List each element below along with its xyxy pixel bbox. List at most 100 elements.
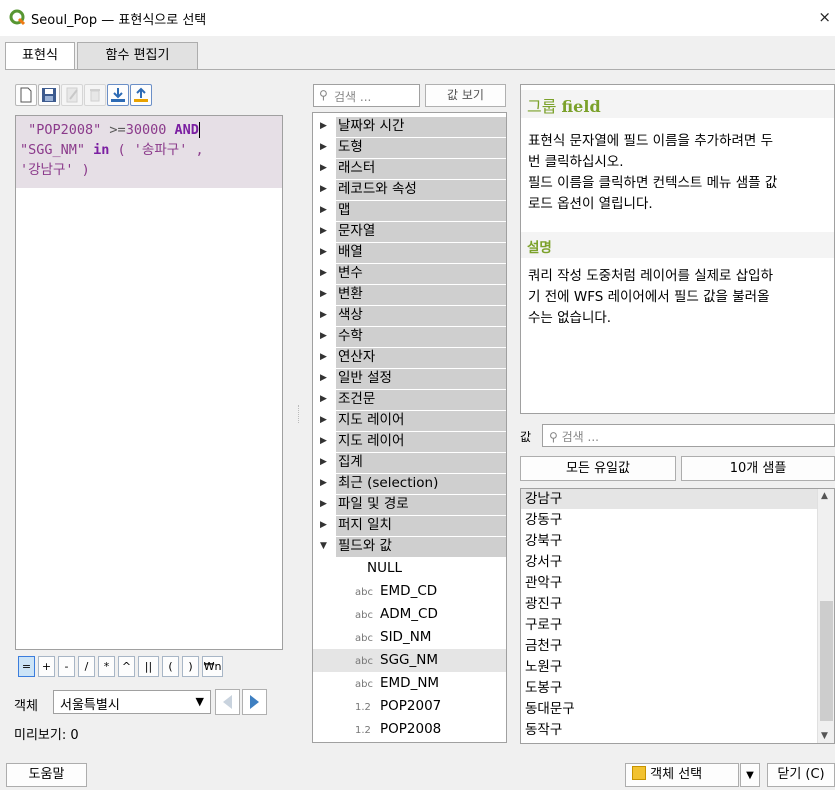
list-item[interactable]: 동작구 <box>521 720 818 740</box>
list-item[interactable]: 강동구 <box>521 510 818 530</box>
save-expression-button[interactable] <box>38 84 60 106</box>
tree-group-maps[interactable]: ▶ 맵 <box>313 200 506 221</box>
operator-newline-button[interactable]: ₩n <box>202 656 223 677</box>
chevron-down-icon: ▼ <box>195 695 204 708</box>
next-feature-button[interactable] <box>242 689 267 715</box>
list-item[interactable]: 광진구 <box>521 594 818 614</box>
chevron-right-icon: ▶ <box>320 142 327 152</box>
tree-group-datetime[interactable]: ▶ 날짜와 시간 <box>313 116 506 137</box>
expression-text[interactable]: "POP2008" >=30000 AND​ "SGG_NM" in ( '송파… <box>16 116 282 188</box>
tab-function-editor[interactable]: 함수 편집기 <box>77 42 198 69</box>
import-expression-button[interactable] <box>107 84 129 106</box>
operator-plus-button[interactable]: + <box>38 656 55 677</box>
tab-expression[interactable]: 표현식 <box>5 42 75 70</box>
edit-icon <box>66 87 78 103</box>
field-type-label: abc <box>355 679 373 690</box>
chevron-right-icon: ▶ <box>320 331 327 341</box>
all-unique-values-button[interactable]: 모든 유일값 <box>520 456 676 481</box>
tree-group-recent[interactable]: ▶ 최근 (selection) <box>313 473 506 494</box>
function-tree[interactable]: ▶ 날짜와 시간 ▶ 도형 ▶ 래스터 ▶ 레코드와 속성 ▶ 맵 ▶ 문자열 ▶ 배열 ▶ 변… <box>312 112 507 743</box>
new-expression-button[interactable] <box>15 84 37 106</box>
previous-feature-button[interactable] <box>215 689 240 715</box>
tree-group-math[interactable]: ▶ 수학 <box>313 326 506 347</box>
scrollbar-thumb[interactable] <box>820 601 833 721</box>
close-button[interactable]: 닫기 (C) <box>767 763 835 787</box>
tree-group-arrays[interactable]: ▶ 배열 <box>313 242 506 263</box>
operator-minus-button[interactable]: - <box>58 656 75 677</box>
help-title: 그룹 field <box>521 90 834 118</box>
edit-expression-button[interactable] <box>61 84 83 106</box>
select-features-button[interactable]: 객체 선택 <box>625 763 739 787</box>
tree-group-color[interactable]: ▶ 색상 <box>313 305 506 326</box>
operator-open-paren-button[interactable]: ( <box>162 656 179 677</box>
tree-group-general[interactable]: ▶ 일반 설정 <box>313 368 506 389</box>
search-icon: ⚲ <box>549 430 558 444</box>
help-text: 표현식 문자열에 필드 이름을 추가하려면 두 <box>528 133 774 149</box>
sample-values-button[interactable]: 10개 샘플 <box>681 456 835 481</box>
tree-group-record-attributes[interactable]: ▶ 레코드와 속성 <box>313 179 506 200</box>
expr-token-keyword: AND <box>166 122 199 138</box>
select-features-dropdown-button[interactable]: ▼ <box>740 763 760 787</box>
list-item[interactable]: 강북구 <box>521 531 818 551</box>
function-search-input[interactable]: ⚲ 검색 ... <box>313 84 420 107</box>
tree-field-emd-cd[interactable]: abc EMD_CD <box>313 580 506 603</box>
tree-field-adm-cd[interactable]: abc ADM_CD <box>313 603 506 626</box>
tree-field-sgg-nm[interactable]: abc SGG_NM <box>313 649 506 672</box>
tree-group-files-paths[interactable]: ▶ 파일 및 경로 <box>313 494 506 515</box>
operator-power-button[interactable]: ^ <box>118 656 135 677</box>
chevron-right-icon: ▶ <box>320 289 327 299</box>
list-item[interactable]: 금천구 <box>521 636 818 656</box>
tree-field-emd-nm[interactable]: abc EMD_NM <box>313 672 506 695</box>
values-list[interactable]: 강남구 강동구 강북구 강서구 관악구 광진구 구로구 금천구 노원구 도봉구 … <box>520 488 835 744</box>
list-item[interactable]: 강남구 <box>521 489 818 509</box>
field-type-label: 1.2 <box>355 725 371 736</box>
delete-expression-button[interactable] <box>84 84 106 106</box>
tree-group-map-layers[interactable]: ▶ 지도 레이어 <box>313 410 506 431</box>
chevron-right-icon: ▶ <box>320 415 327 425</box>
close-icon[interactable]: × <box>818 8 831 26</box>
tree-group-raster[interactable]: ▶ 래스터 <box>313 158 506 179</box>
expression-editor[interactable]: "POP2008" >=30000 AND​ "SGG_NM" in ( '송파… <box>15 115 283 650</box>
list-item[interactable]: 구로구 <box>521 615 818 635</box>
tree-group-variables[interactable]: ▶ 변수 <box>313 263 506 284</box>
values-search-input[interactable]: ⚲ 검색 ... <box>542 424 835 447</box>
tree-group-fuzzy[interactable]: ▶ 퍼지 일치 <box>313 515 506 536</box>
operator-close-paren-button[interactable]: ) <box>182 656 199 677</box>
values-scrollbar[interactable]: ▲ ▼ <box>817 489 834 743</box>
list-item[interactable]: 강서구 <box>521 552 818 572</box>
operator-equals-button[interactable]: = <box>18 656 35 677</box>
field-type-label: 1.2 <box>355 702 371 713</box>
expr-token-number: 30000 <box>125 122 167 138</box>
tree-field-pop2008[interactable]: 1.2 POP2008 <box>313 718 506 741</box>
tree-field-null[interactable]: NULL <box>313 557 506 580</box>
tree-field-pop2007[interactable]: 1.2 POP2007 <box>313 695 506 718</box>
operator-multiply-button[interactable]: * <box>98 656 115 677</box>
chevron-right-icon: ▶ <box>320 184 327 194</box>
tree-field-sid-nm[interactable]: abc SID_NM <box>313 626 506 649</box>
help-button[interactable]: 도움말 <box>6 763 87 787</box>
operator-divide-button[interactable]: / <box>78 656 95 677</box>
field-type-label: abc <box>355 610 373 621</box>
tree-group-conversions[interactable]: ▶ 변환 <box>313 284 506 305</box>
list-item[interactable]: 동대문구 <box>521 699 818 719</box>
list-item[interactable]: 관악구 <box>521 573 818 593</box>
list-item[interactable]: 노원구 <box>521 657 818 677</box>
save-icon <box>42 88 56 102</box>
export-expression-button[interactable] <box>130 84 152 106</box>
tree-group-map-layers-2[interactable]: ▶ 지도 레이어 <box>313 431 506 452</box>
tree-group-conditionals[interactable]: ▶ 조건문 <box>313 389 506 410</box>
expr-token-field: "POP2008" <box>28 122 102 138</box>
operator-concat-button[interactable]: || <box>138 656 159 677</box>
tree-group-operators[interactable]: ▶ 연산자 <box>313 347 506 368</box>
feature-select[interactable]: 서울특별시 ▼ <box>53 690 211 714</box>
scroll-down-icon[interactable]: ▼ <box>821 731 828 741</box>
show-values-button[interactable]: 값 보기 <box>425 84 506 107</box>
tree-group-geometry[interactable]: ▶ 도형 <box>313 137 506 158</box>
chevron-right-icon: ▶ <box>320 352 327 362</box>
scroll-up-icon[interactable]: ▲ <box>821 491 828 501</box>
tree-group-fields-values[interactable]: ▼ 필드와 값 <box>313 536 506 557</box>
tree-group-aggregates[interactable]: ▶ 집계 <box>313 452 506 473</box>
splitter-handle[interactable] <box>298 405 302 423</box>
tree-group-string[interactable]: ▶ 문자열 <box>313 221 506 242</box>
list-item[interactable]: 도봉구 <box>521 678 818 698</box>
